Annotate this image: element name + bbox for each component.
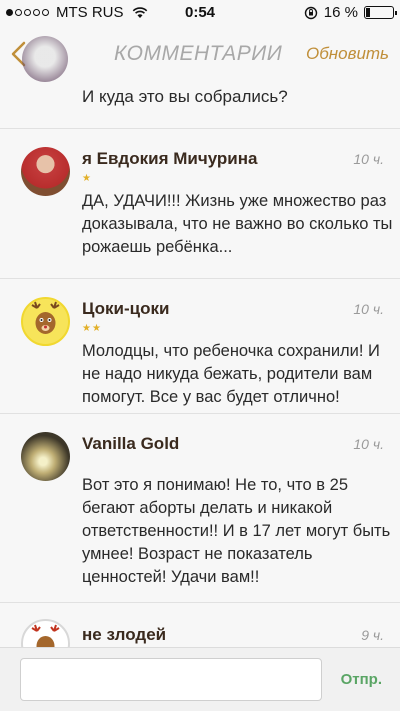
comment-time: 10 ч.	[353, 301, 384, 317]
comment-item: Vanilla Gold 10 ч. Вот это я понимаю! Не…	[0, 413, 400, 593]
status-bar: MTS RUS 0:54 16 %	[0, 0, 400, 26]
status-right: 16 %	[304, 4, 397, 21]
comment-text: ДА, УДАЧИ!!! Жизнь уже множество раз док…	[82, 192, 393, 256]
page-title: КОММЕНТАРИИ	[114, 42, 283, 65]
battery-percent: 16 %	[323, 4, 358, 21]
comment-author[interactable]: не злодей	[82, 625, 166, 645]
comment-time: 9 ч.	[361, 627, 384, 643]
comment-item: я Евдокия Мичурина 10 ч. ★ ДА, УДАЧИ!!! …	[0, 128, 400, 278]
deer-icon	[31, 301, 60, 334]
comment-time: 10 ч.	[353, 436, 384, 452]
rating-stars: ★	[82, 173, 92, 184]
comment-text: Вот это я понимаю! Не то, что в 25 бегаю…	[82, 476, 391, 586]
avatar[interactable]	[21, 432, 70, 481]
comment-item: не злодей 9 ч.	[0, 602, 400, 647]
comment-time: 10 ч.	[353, 151, 384, 167]
avatar[interactable]	[22, 36, 68, 82]
rating-stars: ★★	[82, 323, 102, 334]
battery-icon	[364, 6, 397, 19]
comment-author[interactable]: Vanilla Gold	[82, 434, 179, 454]
avatar[interactable]	[21, 297, 70, 346]
comment-item: Цоки-цоки 10 ч. ★★ Молодцы, что ребеночк…	[0, 278, 400, 413]
rotation-lock-icon	[304, 6, 317, 19]
comment-author[interactable]: Цоки-цоки	[82, 299, 169, 319]
deer-icon	[31, 624, 60, 647]
comment-author[interactable]: я Евдокия Мичурина	[82, 149, 257, 169]
refresh-button[interactable]: Обновить	[306, 44, 389, 64]
avatar[interactable]	[21, 147, 70, 196]
comment-text: Молодцы, что ребеночка сохранили! И не н…	[82, 342, 380, 406]
avatar[interactable]	[21, 619, 70, 647]
comment-input[interactable]	[20, 658, 322, 701]
comment-input-bar: Отпр.	[0, 647, 400, 711]
send-button[interactable]: Отпр.	[341, 671, 382, 688]
comment-text: И куда это вы собрались?	[82, 87, 288, 106]
